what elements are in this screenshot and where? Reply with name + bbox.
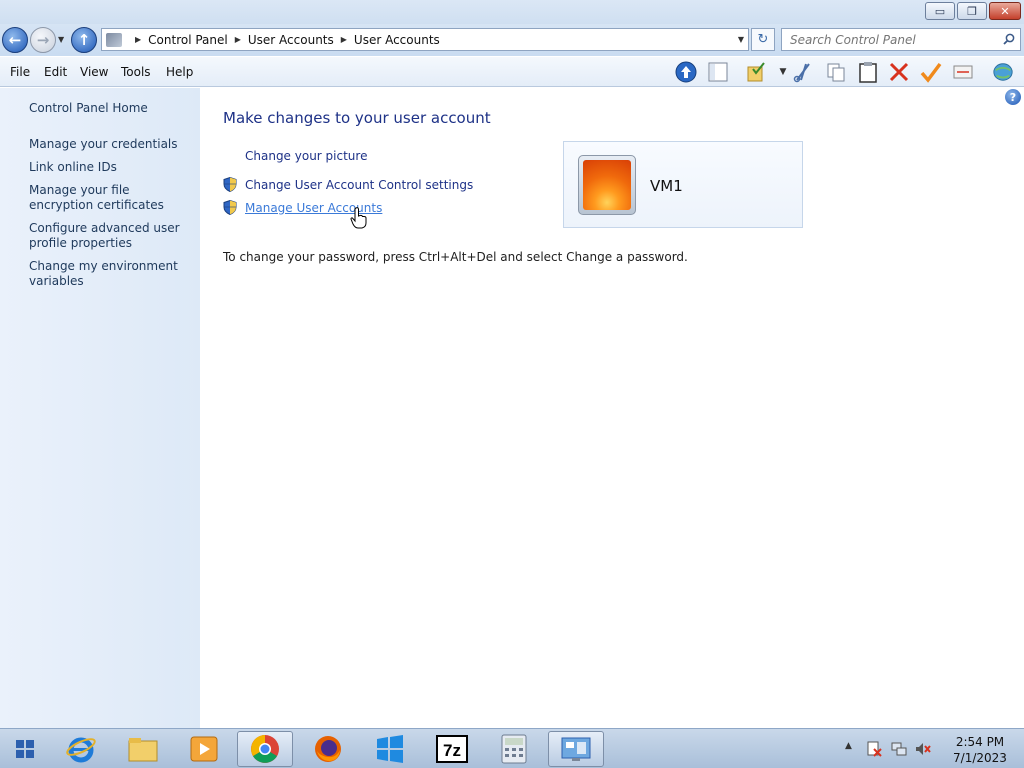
sidebar-item-manage-credentials[interactable]: Manage your credentials bbox=[29, 137, 194, 152]
scissors-icon[interactable] bbox=[792, 61, 814, 83]
flower-picture-icon bbox=[583, 160, 631, 210]
account-name: VM1 bbox=[650, 177, 683, 195]
menu-view[interactable]: View bbox=[80, 65, 108, 79]
refresh-icon: ↻ bbox=[757, 32, 769, 47]
title-bar: ▭ ❐ ✕ bbox=[0, 0, 1024, 24]
windows-logo-icon bbox=[16, 740, 34, 758]
uac-shield-icon bbox=[223, 200, 237, 215]
up-arrow-icon[interactable] bbox=[675, 61, 697, 83]
start-button[interactable] bbox=[0, 731, 50, 767]
up-arrow-icon: ↑ bbox=[77, 31, 91, 49]
minimize-icon: ▭ bbox=[934, 4, 946, 18]
close-icon: ✕ bbox=[1000, 4, 1010, 18]
minimize-button[interactable]: ▭ bbox=[925, 2, 955, 20]
breadcrumb-control-panel[interactable]: Control Panel bbox=[148, 33, 228, 47]
search-icon[interactable] bbox=[1003, 33, 1015, 45]
menu-file[interactable]: File bbox=[10, 65, 30, 79]
main-content: ? Make changes to your user account Chan… bbox=[200, 88, 1024, 728]
show-hidden-icons-button[interactable]: ▲ bbox=[845, 741, 852, 751]
refresh-button[interactable]: ↻ bbox=[751, 28, 775, 51]
menu-edit[interactable]: Edit bbox=[44, 65, 67, 79]
chevron-down-icon[interactable]: ▼ bbox=[738, 35, 744, 44]
menu-help[interactable]: Help bbox=[166, 65, 193, 79]
folder-options-dropdown[interactable]: ▼ bbox=[772, 61, 794, 83]
sidebar-item-link-online-ids[interactable]: Link online IDs bbox=[29, 160, 194, 175]
page-title: Make changes to your user account bbox=[223, 109, 491, 127]
forward-arrow-icon: → bbox=[36, 31, 50, 49]
chrome-icon[interactable] bbox=[237, 731, 293, 767]
close-button[interactable]: ✕ bbox=[989, 2, 1021, 20]
taskbar: 7z ▲ 2:54 PM 7/1/2023 bbox=[0, 728, 1024, 768]
change-picture-link[interactable]: Change your picture bbox=[245, 149, 367, 163]
action-center-icon[interactable] bbox=[866, 741, 882, 760]
control-panel-icon bbox=[106, 32, 122, 47]
volume-muted-icon[interactable] bbox=[915, 741, 931, 760]
properties-icon[interactable] bbox=[952, 61, 974, 83]
sidebar: Control Panel Home Manage your credentia… bbox=[0, 88, 200, 728]
file-explorer-icon[interactable] bbox=[115, 731, 171, 767]
folder-check-icon[interactable] bbox=[745, 61, 767, 83]
calculator-icon[interactable] bbox=[486, 731, 542, 767]
recent-pages-dropdown[interactable]: ▼ bbox=[58, 35, 64, 44]
forward-button[interactable]: → bbox=[30, 27, 56, 53]
svg-text:7z: 7z bbox=[443, 741, 461, 760]
chevron-right-icon[interactable]: ▶ bbox=[135, 35, 141, 44]
paste-icon[interactable] bbox=[857, 61, 879, 83]
address-bar: ← → ▼ ↑ ▶ Control Panel ▶ User Accounts … bbox=[0, 24, 1024, 56]
menu-bar: File Edit View Tools Help ▼ bbox=[0, 57, 1024, 87]
panel-icon[interactable] bbox=[707, 61, 729, 83]
clock-time: 2:54 PM bbox=[955, 735, 1005, 749]
chevron-right-icon[interactable]: ▶ bbox=[341, 35, 347, 44]
help-icon[interactable]: ? bbox=[1005, 89, 1021, 105]
sidebar-item-advanced-profile-properties[interactable]: Configure advanced user profile properti… bbox=[29, 221, 194, 251]
globe-icon[interactable] bbox=[992, 61, 1014, 83]
delete-icon[interactable] bbox=[888, 61, 910, 83]
chevron-right-icon[interactable]: ▶ bbox=[235, 35, 241, 44]
clock[interactable]: 2:54 PM 7/1/2023 bbox=[936, 734, 1024, 766]
account-tile: VM1 bbox=[563, 141, 803, 228]
internet-explorer-icon[interactable] bbox=[53, 731, 109, 767]
search-input[interactable] bbox=[790, 32, 990, 47]
clock-date: 7/1/2023 bbox=[953, 751, 1007, 765]
sidebar-item-control-panel-home[interactable]: Control Panel Home bbox=[29, 101, 194, 116]
restore-icon: ❐ bbox=[967, 4, 977, 18]
sidebar-item-environment-variables[interactable]: Change my environment variables bbox=[29, 259, 194, 289]
firefox-icon[interactable] bbox=[300, 731, 356, 767]
7zip-icon[interactable]: 7z bbox=[424, 731, 480, 767]
network-icon[interactable] bbox=[891, 741, 907, 760]
address-field[interactable]: ▶ Control Panel ▶ User Accounts ▶ User A… bbox=[101, 28, 749, 51]
breadcrumb-user-accounts[interactable]: User Accounts bbox=[248, 33, 334, 47]
copy-icon[interactable] bbox=[825, 61, 847, 83]
sidebar-item-file-encryption-certificates[interactable]: Manage your file encryption certificates bbox=[29, 183, 194, 213]
menu-tools[interactable]: Tools bbox=[121, 65, 151, 79]
back-arrow-icon: ← bbox=[8, 31, 22, 49]
back-button[interactable]: ← bbox=[2, 27, 28, 53]
media-player-icon[interactable] bbox=[176, 731, 232, 767]
uac-shield-icon bbox=[223, 177, 237, 192]
password-instructions: To change your password, press Ctrl+Alt+… bbox=[223, 250, 688, 264]
uac-settings-link[interactable]: Change User Account Control settings bbox=[245, 178, 473, 192]
restore-button[interactable]: ❐ bbox=[957, 2, 987, 20]
windows-store-icon[interactable] bbox=[362, 731, 418, 767]
breadcrumb-user-accounts-current[interactable]: User Accounts bbox=[354, 33, 440, 47]
up-button[interactable]: ↑ bbox=[71, 27, 97, 53]
avatar[interactable] bbox=[578, 155, 636, 215]
search-box[interactable] bbox=[781, 28, 1021, 51]
checkmark-icon[interactable] bbox=[920, 61, 942, 83]
control-panel-icon[interactable] bbox=[548, 731, 604, 767]
hand-cursor-icon bbox=[350, 207, 367, 229]
